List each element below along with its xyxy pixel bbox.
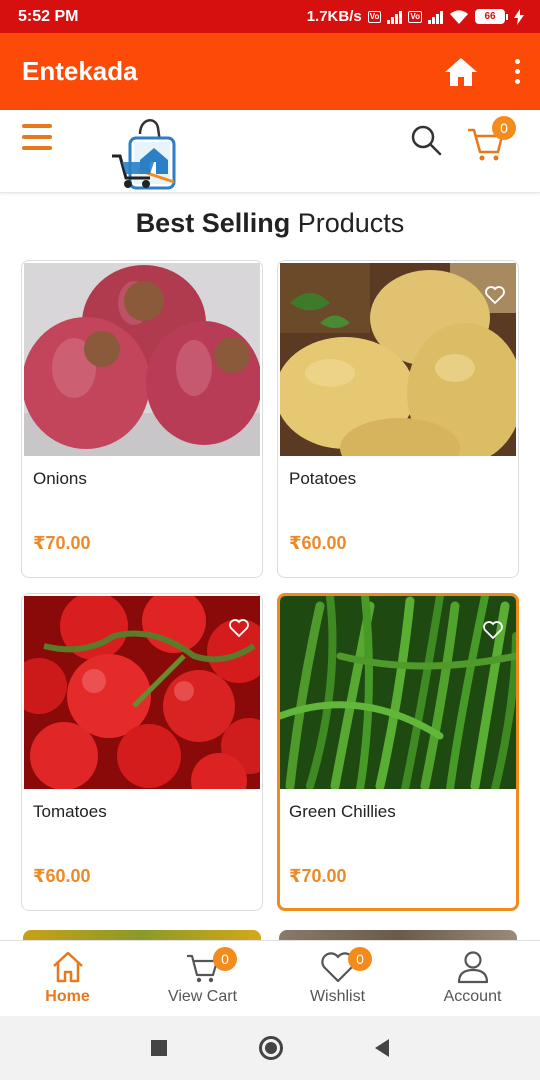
app-title: Entekada [22,56,138,86]
search-icon[interactable] [410,124,442,156]
nav-account[interactable]: Account [405,941,540,1016]
nav-label: Home [45,988,90,1005]
wishlist-heart-icon[interactable] [484,285,506,305]
network-speed: 1.7KB/s [306,8,362,25]
product-card-potatoes[interactable]: Potatoes ₹60.00 [277,260,519,578]
onions-image [24,263,260,456]
wifi-icon [450,9,468,24]
nav-label: Account [443,988,502,1005]
product-price: ₹60.00 [33,866,91,886]
nav-label: Wishlist [309,988,366,1005]
person-icon [457,951,488,984]
wishlist-heart-icon[interactable] [228,618,250,638]
section-title-bold: Best Selling [135,208,291,238]
status-time: 5:52 PM [18,7,79,25]
app-bar: Entekada [0,33,540,110]
store-header: 0 [0,110,540,193]
product-price: ₹60.00 [289,533,347,553]
potatoes-image [280,263,516,456]
app-actions [443,56,520,88]
volte-icon: Vo [367,10,382,23]
battery-level: 66 [475,9,505,24]
home-outline-icon [52,951,83,983]
green-chillies-image [280,596,516,789]
cart-button[interactable]: 0 [466,116,516,162]
signal-icon [387,10,403,24]
product-price: ₹70.00 [33,533,91,553]
recents-icon[interactable] [151,1040,167,1056]
signal-icon-2 [428,10,443,24]
bottom-nav: Home 0 View Cart 0 Wishlist Account [0,940,540,1016]
tomatoes-image [24,596,260,789]
product-card-green-chillies[interactable]: Green Chillies ₹70.00 [277,593,519,911]
battery-icon: 66 [475,9,508,24]
back-icon[interactable] [375,1039,389,1057]
system-nav-bar [0,1016,540,1080]
wishlist-heart-icon[interactable] [482,620,504,640]
product-name: Onions [33,469,87,488]
product-card-tomatoes[interactable]: Tomatoes ₹60.00 [21,593,263,911]
status-bar: 5:52 PM 1.7KB/s Vo Vo 66 [0,0,540,33]
product-name: Potatoes [289,469,357,488]
home-circle-icon[interactable] [259,1036,283,1060]
home-icon[interactable] [443,56,479,88]
product-name: Tomatoes [33,802,107,821]
charging-icon [514,8,524,25]
product-card-onions[interactable]: Onions ₹70.00 [21,260,263,578]
hamburger-icon[interactable] [22,124,52,150]
nav-view-cart[interactable]: 0 View Cart [135,941,270,1016]
nav-home[interactable]: Home [0,941,135,1016]
nav-label: View Cart [167,988,238,1005]
cart-count-badge: 0 [492,116,516,140]
section-title-rest: Products [290,208,405,238]
section-title: Best Selling Products [0,208,540,239]
status-icons: 1.7KB/s Vo Vo 66 [307,8,524,25]
wishlist-count-badge: 0 [348,947,372,971]
more-vert-icon[interactable] [515,59,520,84]
cart-count-badge: 0 [213,947,237,971]
nav-wishlist[interactable]: 0 Wishlist [270,941,405,1016]
product-price: ₹70.00 [289,866,347,886]
product-name: Green Chillies [289,802,396,821]
volte-icon-2: Vo [408,10,422,23]
shopping-bag-logo[interactable] [110,112,178,192]
